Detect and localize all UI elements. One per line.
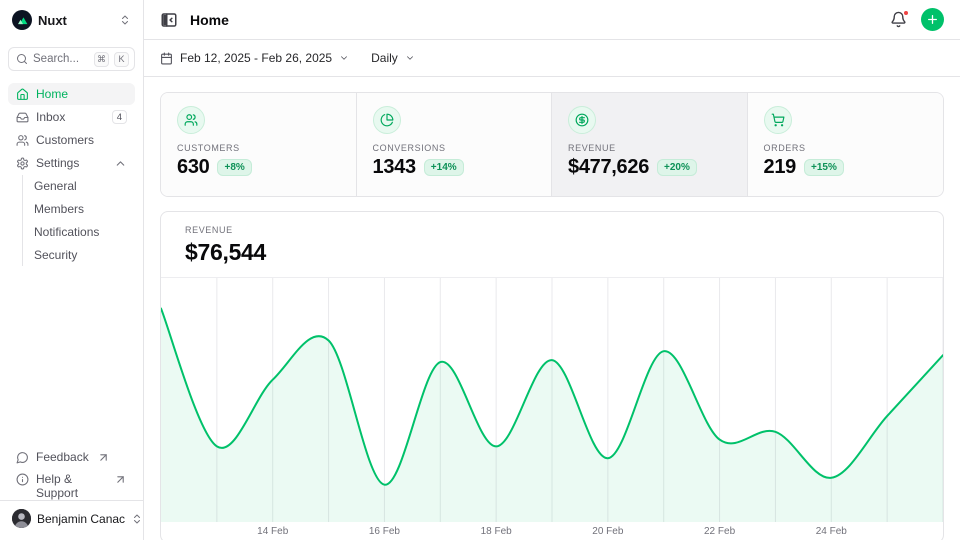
x-tick-label: 22 Feb	[704, 526, 735, 537]
nuxt-logo-icon	[12, 10, 32, 30]
cart-icon	[764, 106, 792, 134]
stat-card-orders[interactable]: ORDERS 219 +15%	[748, 93, 944, 196]
sidebar-item-members[interactable]: Members	[23, 198, 135, 220]
user-name: Benjamin Canac	[37, 512, 125, 526]
dashboard-content: CUSTOMERS 630 +8% CONVERSIONS 1343 +14%	[144, 77, 960, 540]
stat-value: $477,626	[568, 156, 649, 179]
users-icon	[177, 106, 205, 134]
avatar	[12, 509, 31, 528]
sidebar-item-label: Help & Support	[36, 472, 106, 500]
chevron-up-down-icon	[119, 14, 131, 26]
chart-metric-label: REVENUE	[185, 225, 919, 235]
message-circle-icon	[16, 451, 29, 464]
kbd-cmd: ⌘	[94, 52, 109, 67]
x-tick-label: 16 Feb	[369, 526, 400, 537]
inbox-count-badge: 4	[112, 110, 127, 124]
page-title: Home	[190, 12, 229, 28]
sidebar-item-security[interactable]: Security	[23, 244, 135, 266]
sidebar-item-general[interactable]: General	[23, 175, 135, 197]
pie-chart-icon	[373, 106, 401, 134]
stat-card-conversions[interactable]: CONVERSIONS 1343 +14%	[357, 93, 553, 196]
x-tick-label: 14 Feb	[257, 526, 288, 537]
sidebar-nav: Home Inbox 4 Customers Setting	[8, 83, 135, 266]
stat-delta-badge: +14%	[424, 159, 464, 176]
plus-icon	[926, 13, 939, 26]
stat-delta-badge: +8%	[217, 159, 251, 176]
date-range-picker[interactable]: Feb 12, 2025 - Feb 26, 2025	[160, 51, 349, 65]
date-range-value: Feb 12, 2025 - Feb 26, 2025	[180, 51, 332, 65]
kbd-k: K	[114, 52, 129, 67]
chevron-up-icon	[114, 157, 127, 170]
collapse-sidebar-icon[interactable]	[160, 11, 178, 29]
search-placeholder: Search...	[33, 53, 89, 65]
chart-plot-area[interactable]	[161, 278, 943, 522]
granularity-select[interactable]: Daily	[371, 51, 415, 65]
filter-toolbar: Feb 12, 2025 - Feb 26, 2025 Daily	[144, 40, 960, 77]
sidebar-item-notifications[interactable]: Notifications	[23, 221, 135, 243]
stat-value: 630	[177, 156, 209, 179]
sidebar-item-label: Home	[36, 87, 68, 101]
sidebar-item-settings[interactable]: Settings	[8, 152, 135, 174]
app-window: Nuxt Search... ⌘ K Home	[0, 0, 960, 540]
user-menu[interactable]: Benjamin Canac	[8, 501, 135, 532]
stat-delta-badge: +15%	[804, 159, 844, 176]
sidebar-item-customers[interactable]: Customers	[8, 129, 135, 151]
stat-label: CUSTOMERS	[177, 143, 340, 153]
sidebar-item-label: Settings	[36, 156, 79, 170]
search-input[interactable]: Search... ⌘ K	[8, 47, 135, 71]
chart-header: REVENUE $76,544	[161, 212, 943, 278]
inbox-icon	[16, 111, 29, 124]
stats-grid: CUSTOMERS 630 +8% CONVERSIONS 1343 +14%	[160, 92, 944, 197]
notifications-button[interactable]	[890, 11, 907, 28]
x-axis: 14 Feb 16 Feb 18 Feb 20 Feb 22 Feb 24 Feb	[161, 522, 943, 540]
chevron-down-icon	[339, 53, 349, 63]
main-area: Home Feb 12, 2025 - Feb 26, 2025	[144, 0, 960, 540]
sidebar-item-inbox[interactable]: Inbox 4	[8, 106, 135, 128]
house-icon	[16, 88, 29, 101]
dollar-circle-icon	[568, 106, 596, 134]
chevron-down-icon	[405, 53, 415, 63]
add-button[interactable]	[921, 8, 944, 31]
sidebar-item-feedback[interactable]: Feedback	[8, 448, 135, 470]
calendar-icon	[160, 52, 173, 65]
info-icon	[16, 473, 29, 486]
sidebar-item-home[interactable]: Home	[8, 83, 135, 105]
stat-delta-badge: +20%	[657, 159, 697, 176]
chart-metric-value: $76,544	[185, 239, 919, 266]
gear-icon	[16, 157, 29, 170]
search-icon	[16, 53, 28, 65]
external-link-icon	[97, 451, 110, 464]
stat-label: ORDERS	[764, 143, 928, 153]
x-tick-label: 18 Feb	[481, 526, 512, 537]
sidebar-item-label: Customers	[36, 133, 94, 147]
stat-value: 1343	[373, 156, 416, 179]
workspace-switcher[interactable]: Nuxt	[8, 8, 135, 32]
sidebar-item-help-support[interactable]: Help & Support	[8, 470, 135, 492]
chevron-up-down-icon	[131, 513, 143, 525]
users-icon	[16, 134, 29, 147]
stat-card-customers[interactable]: CUSTOMERS 630 +8%	[161, 93, 357, 196]
revenue-area-chart	[161, 278, 943, 522]
sidebar: Nuxt Search... ⌘ K Home	[0, 0, 144, 540]
external-link-icon	[114, 473, 127, 486]
stat-label: CONVERSIONS	[373, 143, 536, 153]
stat-value: 219	[764, 156, 796, 179]
workspace-name: Nuxt	[38, 13, 113, 28]
stat-label: REVENUE	[568, 143, 731, 153]
x-tick-label: 20 Feb	[592, 526, 623, 537]
x-tick-label: 24 Feb	[816, 526, 847, 537]
granularity-value: Daily	[371, 51, 398, 65]
sidebar-item-label: Feedback	[36, 450, 89, 464]
stat-card-revenue[interactable]: REVENUE $477,626 +20%	[552, 93, 748, 196]
revenue-chart-card: REVENUE $76,544 14 Feb 16 Feb 18 Feb 20 Feb…	[160, 211, 944, 540]
settings-subnav: General Members Notifications Security	[22, 175, 135, 266]
notification-dot	[903, 10, 909, 16]
sidebar-item-label: Inbox	[36, 110, 65, 124]
top-bar: Home	[144, 0, 960, 40]
